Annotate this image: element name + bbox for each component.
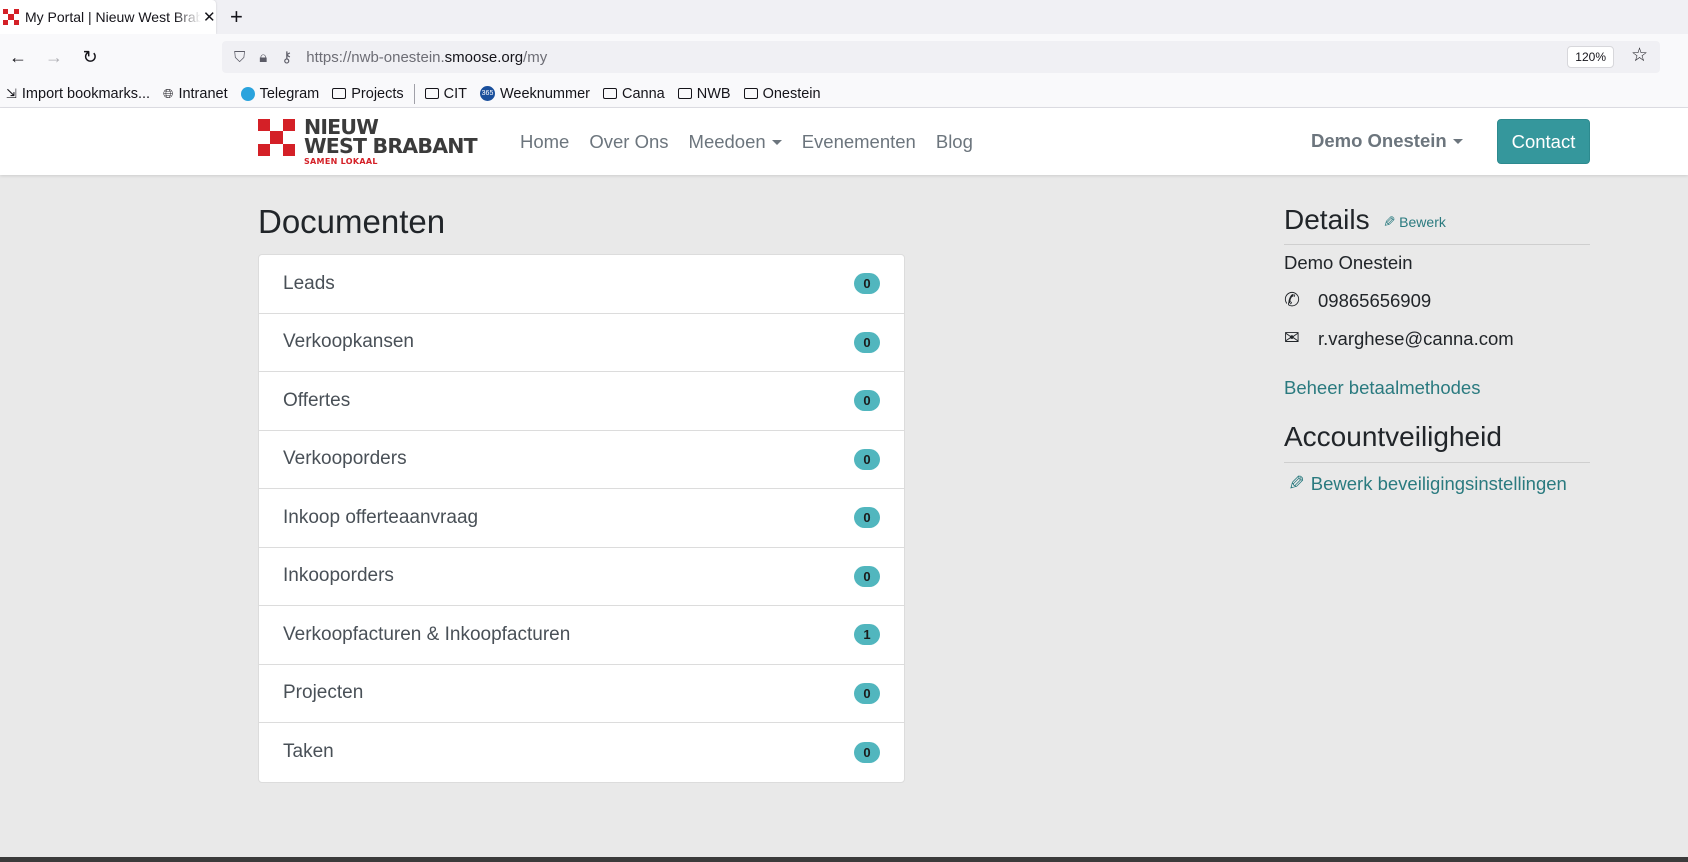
bookmark-telegram[interactable]: Telegram [240,86,319,102]
details-title: Details [1284,204,1370,235]
list-item-verkoopkansen[interactable]: Verkoopkansen 0 [259,314,904,372]
list-item-leads[interactable]: Leads 0 [259,255,904,314]
site-favicon-icon [3,9,19,25]
list-item-taken[interactable]: Taken 0 [259,723,904,782]
main-nav: Home Over Ons Meedoen Evenementen Blog [510,108,983,175]
bookmark-intranet[interactable]: 🌐︎ Intranet [163,86,228,102]
globe-icon: 🌐︎ [163,85,174,101]
envelope-icon: ✉ [1284,328,1300,349]
logo-checker-icon [258,119,295,156]
new-tab-icon[interactable]: + [230,5,243,29]
tab-title: My Portal | Nieuw West Brabant [25,9,201,25]
count-badge: 0 [854,507,880,529]
chevron-down-icon [1452,139,1463,144]
count-badge: 0 [854,390,880,412]
folder-icon [677,88,692,99]
contact-email: ✉ r.varghese@canna.com [1284,327,1514,350]
folder-icon [332,88,347,99]
url-text[interactable]: https://nwb-onestein.smoose.org/my [306,49,547,66]
url-bar[interactable]: ⛉ 🔒︎ ⚷ https://nwb-onestein.smoose.org/m… [222,41,1660,73]
reload-icon[interactable]: ↻ [72,39,108,75]
details-sidebar: Details ✎ Bewerk Demo Onestein ✆ 098656569… [1284,204,1590,496]
folder-icon [602,88,617,99]
bookmark-onestein[interactable]: Onestein [743,86,821,102]
telegram-icon [240,86,255,101]
nav-blog[interactable]: Blog [926,131,983,153]
nav-meedoen[interactable]: Meedoen [679,131,792,153]
contact-button[interactable]: Contact [1497,119,1590,164]
browser-toolbar: ← → ↻ ⛉ 🔒︎ ⚷ https://nwb-onestein.smoose… [0,34,1688,80]
back-icon[interactable]: ← [0,39,36,75]
footer-strip [0,857,1688,862]
bookmark-star-icon[interactable]: ☆ [1631,44,1648,67]
list-item-verkooporders[interactable]: Verkooporders 0 [259,431,904,489]
count-badge: 0 [854,273,880,295]
list-item-offertes[interactable]: Offertes 0 [259,372,904,431]
count-badge: 0 [854,682,880,704]
count-badge: 0 [854,331,880,353]
bookmark-separator [413,83,415,104]
site-logo[interactable]: NIEUW WEST BRABANT SAMEN LOKAAL [258,115,483,166]
phone-icon: ✆ [1284,290,1300,311]
nav-evenementen[interactable]: Evenementen [792,131,926,153]
pencil-icon: ✎ [1382,214,1396,231]
count-badge: 0 [854,565,880,587]
bookmarks-bar: ⇲ Import bookmarks... 🌐︎ Intranet Telegram… [0,80,1688,108]
list-item-inkoop-offerteaanvraag[interactable]: Inkoop offerteaanvraag 0 [259,489,904,548]
bookmark-weeknummer[interactable]: 365 Weeknummer [480,86,590,102]
nav-over-ons[interactable]: Over Ons [579,131,678,153]
user-menu[interactable]: Demo Onestein [1311,130,1463,152]
list-item-facturen[interactable]: Verkoopfacturen & Inkoopfacturen 1 [259,606,904,665]
count-badge: 0 [854,448,880,470]
folder-icon [424,88,439,99]
details-header: Details ✎ Bewerk [1284,204,1590,245]
edit-details-link[interactable]: ✎ Bewerk [1383,213,1446,231]
contact-phone: ✆ 09865656909 [1284,289,1432,312]
lock-icon[interactable]: 🔒︎ [259,49,267,66]
count-badge: 1 [854,624,880,646]
shield-icon[interactable]: ⛉ [234,49,245,66]
bookmark-cit[interactable]: CIT [424,86,467,102]
close-tab-icon[interactable]: ✕ [203,8,216,26]
logo-wordmark: NIEUW WEST BRABANT SAMEN LOKAAL [304,115,478,166]
bookmark-nwb[interactable]: NWB [677,86,731,102]
zoom-level-badge[interactable]: 120% [1567,46,1614,68]
folder-icon [743,88,758,99]
account-security-title: Accountveiligheid [1284,421,1590,463]
edit-security-settings-link[interactable]: ✎ Bewerk beveiligingsinstellingen [1284,471,1590,496]
forward-icon[interactable]: → [36,39,72,75]
chevron-down-icon [771,139,782,145]
list-item-inkooporders[interactable]: Inkooporders 0 [259,548,904,606]
bookmark-canna[interactable]: Canna [602,86,665,102]
browser-tabbar: My Portal | Nieuw West Brabant ✕ + [0,0,1688,34]
bookmark-import[interactable]: ⇲ Import bookmarks... [6,86,150,102]
nav-home[interactable]: Home [510,131,579,153]
key-icon[interactable]: ⚷ [281,48,292,66]
count-badge: 0 [854,741,880,763]
contact-name: Demo Onestein [1284,252,1413,273]
bookmark-projects[interactable]: Projects [332,86,404,102]
import-icon: ⇲ [6,85,17,101]
manage-payment-methods-link[interactable]: Beheer betaalmethodes [1284,377,1590,399]
site-header: NIEUW WEST BRABANT SAMEN LOKAAL Home Ove… [0,108,1688,175]
pencil-icon: ✎ [1288,473,1305,495]
documents-list: Leads 0 Verkoopkansen 0 Offertes 0 Verkoopo… [258,254,905,783]
list-item-projecten[interactable]: Projecten 0 [259,665,904,723]
page-title: Documenten [258,203,446,240]
browser-tab[interactable]: My Portal | Nieuw West Brabant ✕ [0,0,216,34]
weeknummer-icon: 365 [480,86,495,101]
